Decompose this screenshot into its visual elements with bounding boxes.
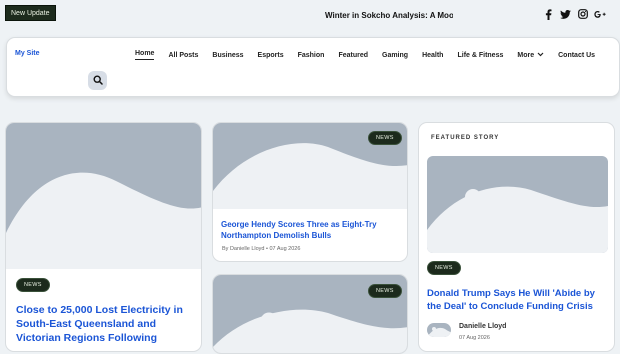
facebook-icon[interactable] — [542, 7, 554, 21]
featured-author[interactable]: Danielle Lloyd — [459, 323, 506, 330]
site-header: My Site Home All Posts Business Esports … — [6, 37, 620, 97]
google-plus-icon[interactable] — [594, 7, 606, 21]
post-date: 07 Aug 2026 — [269, 246, 301, 252]
nav-contact-us[interactable]: Contact Us — [558, 50, 595, 60]
instagram-icon[interactable] — [577, 7, 589, 21]
category-badge[interactable]: NEWS — [16, 278, 50, 292]
post-card-medium[interactable]: NEWS — [212, 274, 408, 354]
main-nav: Home All Posts Business Esports Fashion … — [135, 50, 609, 60]
category-badge[interactable]: NEWS — [368, 131, 402, 145]
post-meta: By Danielle Lloyd • 07 Aug 2026 — [222, 246, 300, 252]
post-title[interactable]: George Hendy Scores Three as Eight-Try N… — [221, 219, 401, 241]
nav-featured[interactable]: Featured — [338, 50, 368, 60]
new-update-label[interactable]: New Update — [5, 5, 56, 21]
featured-title[interactable]: Donald Trump Says He Will 'Abide by the … — [427, 287, 611, 313]
nav-gaming[interactable]: Gaming — [382, 50, 408, 60]
post-card-large[interactable]: NEWS Close to 25,000 Lost Electricity in… — [5, 122, 202, 352]
search-icon — [92, 72, 103, 90]
news-ticker[interactable]: Winter in Sokcho Analysis: A Moody — [325, 11, 453, 20]
search-button[interactable] — [88, 71, 107, 90]
nav-home[interactable]: Home — [135, 50, 155, 60]
featured-story-card: FEATURED STORY NEWS Donald Trump Says He… — [418, 122, 615, 352]
nav-health[interactable]: Health — [422, 50, 443, 60]
nav-fashion[interactable]: Fashion — [298, 50, 325, 60]
featured-story-heading: FEATURED STORY — [431, 135, 500, 141]
nav-all-posts[interactable]: All Posts — [168, 50, 198, 60]
nav-life-fitness[interactable]: Life & Fitness — [457, 50, 503, 60]
post-image-placeholder[interactable] — [6, 123, 201, 269]
post-title[interactable]: Close to 25,000 Lost Electricity in Sout… — [16, 303, 198, 345]
author-avatar[interactable] — [427, 323, 451, 337]
nav-esports[interactable]: Esports — [258, 50, 284, 60]
site-name-link[interactable]: My Site — [15, 50, 40, 57]
category-badge[interactable]: NEWS — [368, 284, 402, 298]
featured-date: 07 Aug 2026 — [459, 335, 490, 341]
post-author[interactable]: By Danielle Lloyd — [222, 246, 265, 252]
category-badge[interactable]: NEWS — [427, 261, 461, 275]
nav-business[interactable]: Business — [212, 50, 243, 60]
twitter-icon[interactable] — [559, 7, 571, 21]
nav-more[interactable]: More — [517, 50, 544, 60]
featured-image-placeholder[interactable] — [427, 156, 608, 253]
post-card-medium[interactable]: NEWS George Hendy Scores Three as Eight-… — [212, 122, 408, 262]
top-bar: New Update Winter in Sokcho Analysis: A … — [0, 0, 620, 30]
chevron-down-icon — [537, 52, 544, 59]
nav-more-label: More — [517, 51, 535, 59]
